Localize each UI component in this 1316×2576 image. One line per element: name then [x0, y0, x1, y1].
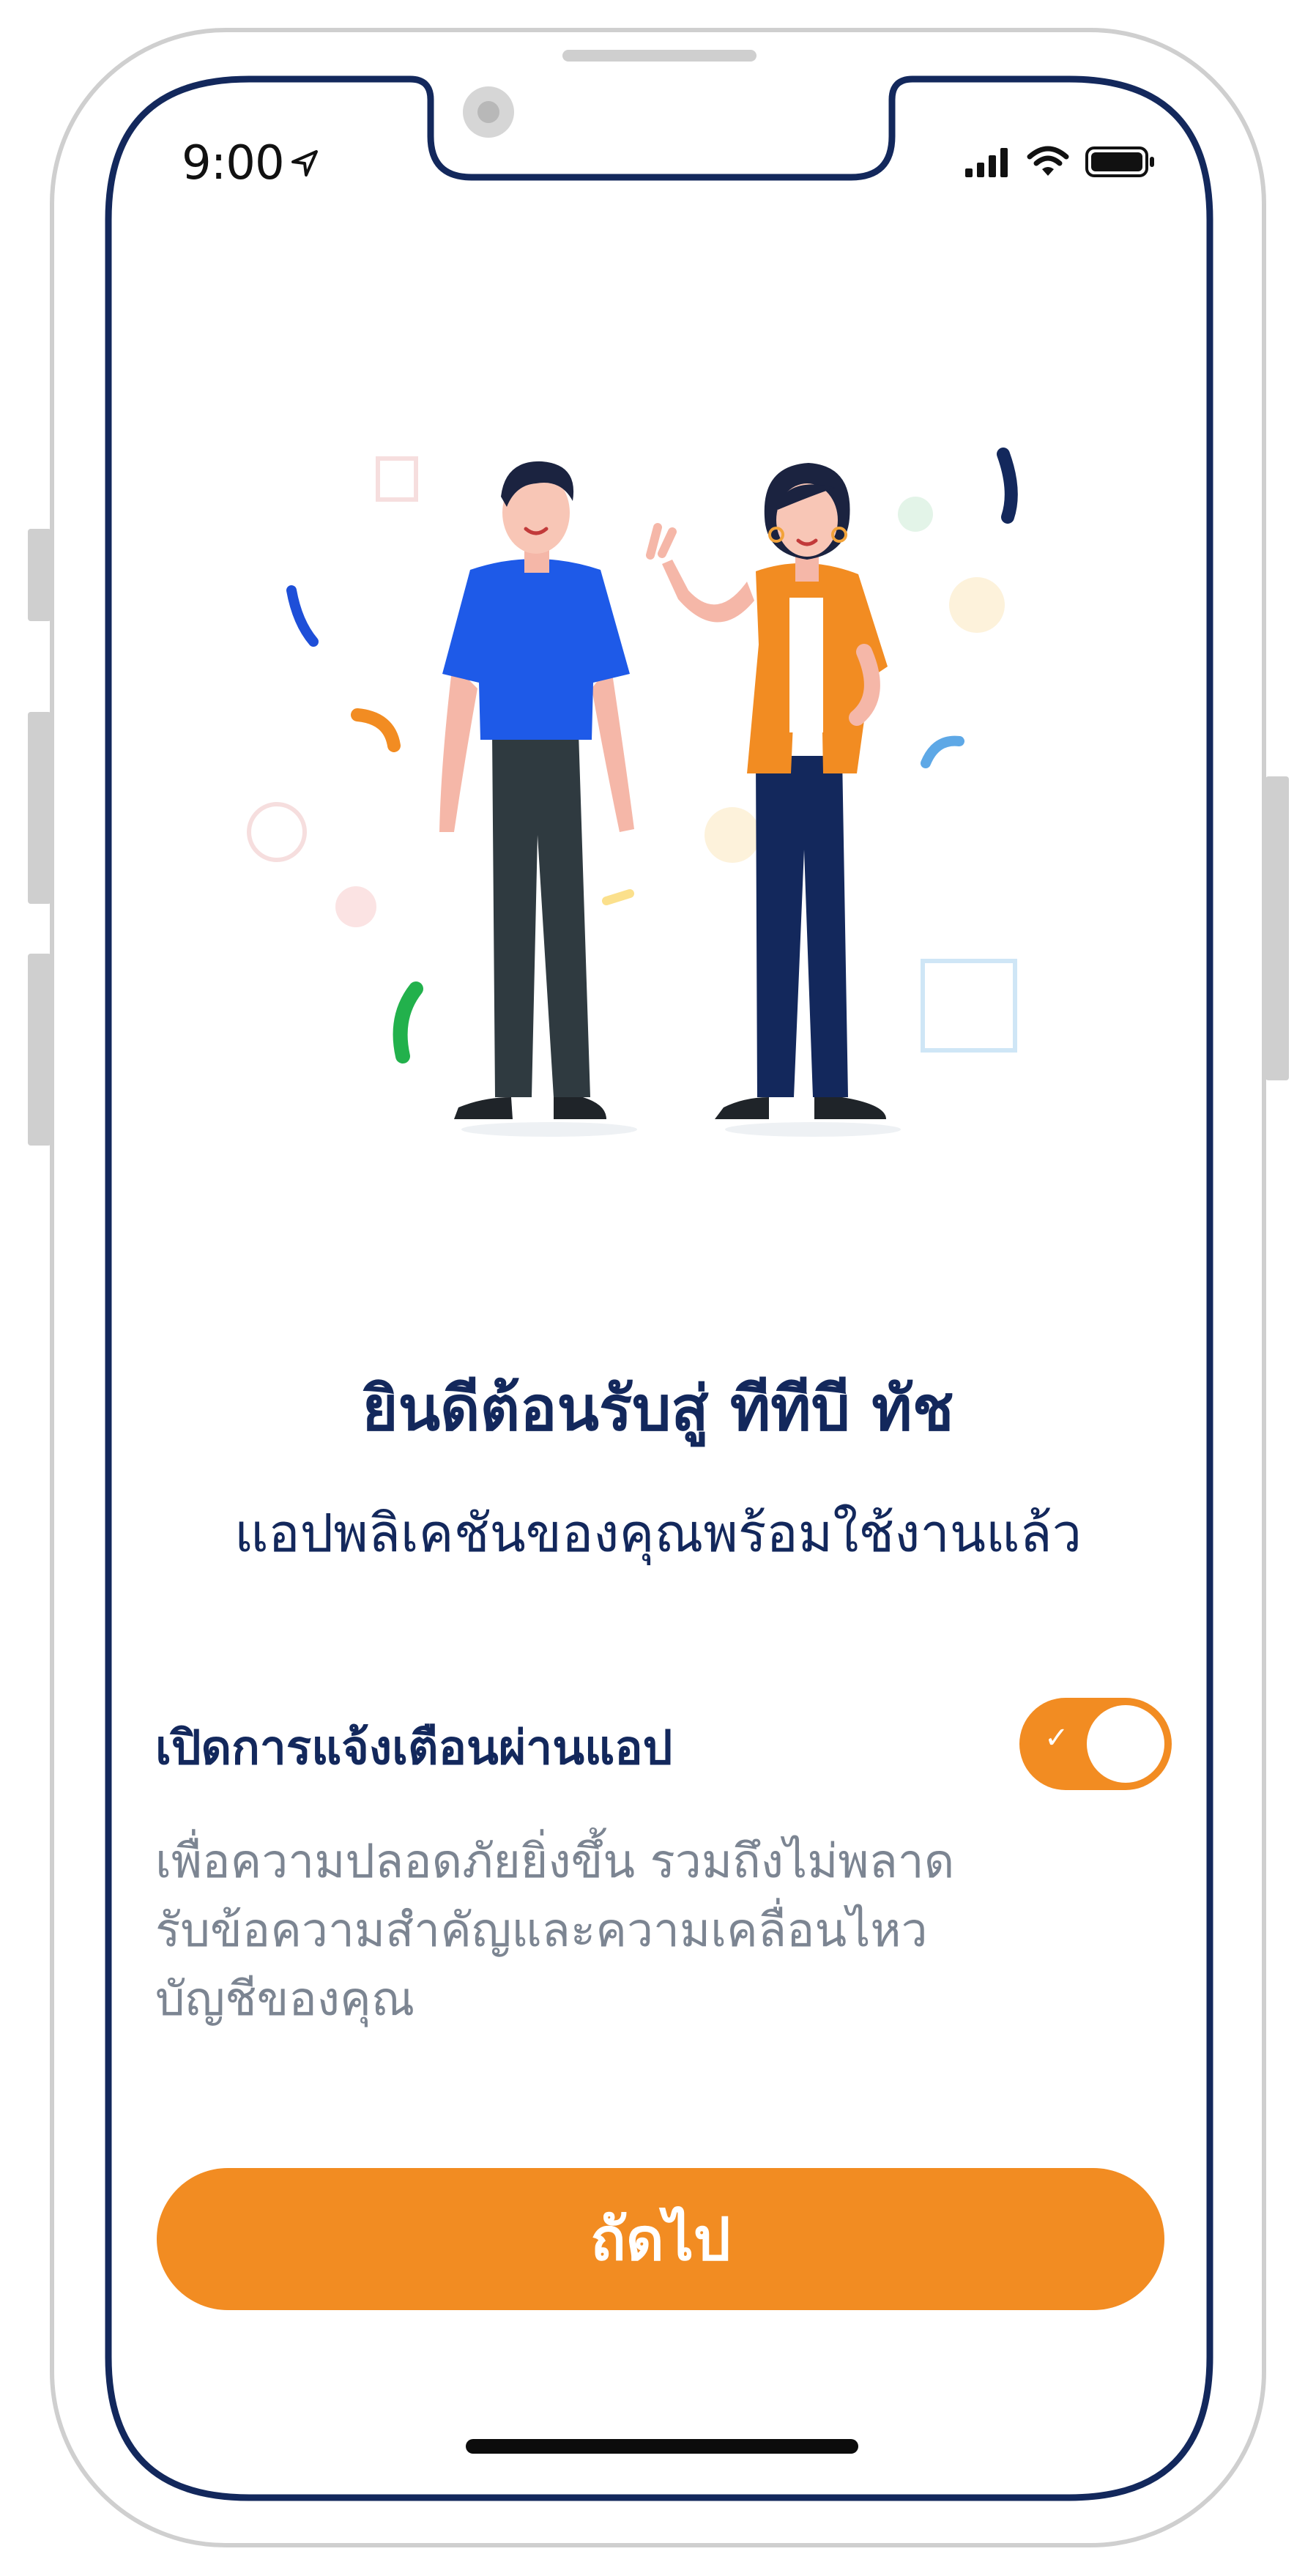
notification-toggle[interactable]: ✓	[1019, 1698, 1172, 1790]
status-time-text: 9:00	[182, 136, 285, 190]
notification-description-line: เพื่อความปลอดภัยยิ่งขึ้น รวมถึงไม่พลาด	[155, 1835, 955, 1889]
notification-label: เปิดการแจ้งเตือนผ่านแอป	[155, 1721, 673, 1775]
confetti-orange-arc	[351, 708, 401, 752]
confetti-dot-cream	[949, 577, 1005, 633]
location-arrow-icon	[291, 150, 318, 177]
confetti-dot-mint	[898, 497, 933, 532]
welcome-illustration	[247, 448, 1018, 1137]
status-indicators	[965, 145, 1156, 177]
confetti-green-arc	[393, 981, 423, 1064]
toggle-knob	[1087, 1705, 1164, 1783]
confetti-square-blue	[921, 959, 1017, 1053]
man-figure	[439, 461, 637, 1137]
confetti-square-pink	[376, 456, 418, 502]
status-time: 9:00	[182, 136, 321, 190]
home-indicator[interactable]	[466, 2439, 858, 2454]
welcome-subtitle: แอปพลิเคชันของคุณพร้อมใช้งานแล้ว	[234, 1502, 1082, 1564]
notification-description: เพื่อความปลอดภัยยิ่งขึ้น รวมถึงไม่พลาด ร…	[155, 1827, 1034, 2034]
confetti-navy-arc	[997, 448, 1018, 524]
confetti-dot-pink	[335, 886, 376, 927]
wifi-icon	[1027, 146, 1069, 176]
next-button-label: ถัดไป	[590, 2205, 731, 2274]
confetti-lightblue-arc	[921, 735, 964, 768]
welcome-title: ยินดีต้อนรับสู่ ทีทีบี ทัช	[362, 1373, 954, 1444]
notification-description-line: บัญชีของคุณ	[155, 1972, 415, 2027]
check-icon: ✓	[1044, 1721, 1069, 1755]
woman-figure	[646, 463, 901, 1137]
notification-description-line: รับข้อความสำคัญและความเคลื่อนไหว	[155, 1904, 928, 1958]
next-button[interactable]: ถัดไป	[157, 2168, 1164, 2310]
confetti-ring-pink	[247, 802, 307, 862]
signal-icon	[965, 148, 1008, 177]
front-camera	[463, 86, 514, 138]
confetti-blue-arc	[286, 585, 319, 647]
confetti-dot-yellow-faint	[705, 807, 760, 863]
battery-icon	[1085, 146, 1154, 177]
confetti-yellow-dash	[602, 889, 634, 905]
